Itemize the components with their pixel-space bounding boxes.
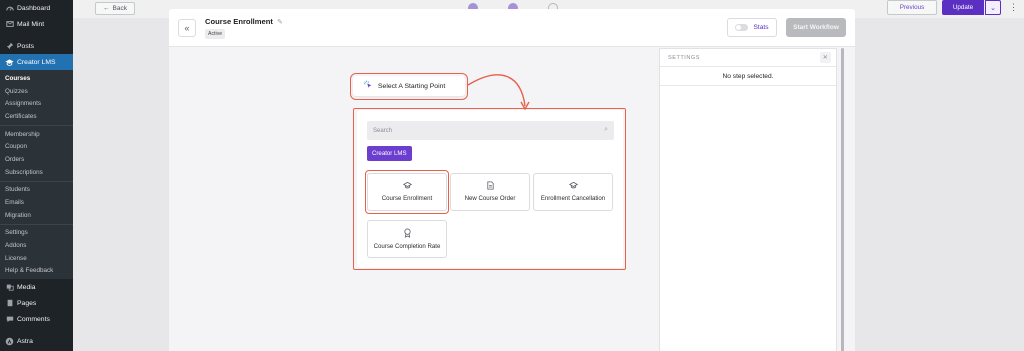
update-options-button[interactable]: ⌄ bbox=[985, 0, 1001, 15]
submenu-subscriptions[interactable]: Subscriptions bbox=[0, 166, 73, 179]
astra-icon bbox=[5, 337, 14, 346]
previous-button[interactable]: Previous bbox=[887, 0, 937, 15]
submenu-certificates[interactable]: Certificates bbox=[0, 110, 73, 123]
menu-posts[interactable]: Posts bbox=[0, 38, 73, 54]
submenu-addons[interactable]: Addons bbox=[0, 239, 73, 252]
submenu-settings[interactable]: Settings bbox=[0, 227, 73, 240]
menu-dashboard[interactable]: Dashboard bbox=[0, 0, 73, 16]
menu-pages-label: Pages bbox=[17, 299, 37, 307]
creator-lms-submenu: Courses Quizzes Assignments Certificates… bbox=[0, 70, 73, 280]
menu-creator-lms-label: Creator LMS bbox=[17, 58, 56, 66]
highlight-outline bbox=[353, 108, 626, 270]
close-icon[interactable]: ✕ bbox=[820, 52, 831, 63]
arrow-left-icon: ← bbox=[103, 5, 110, 12]
comments-icon bbox=[5, 315, 14, 324]
menu-creator-lms[interactable]: Creator LMS bbox=[0, 54, 73, 70]
menu-comments-label: Comments bbox=[17, 315, 50, 323]
menu-media-label: Media bbox=[17, 283, 36, 291]
scrollbar[interactable] bbox=[841, 48, 844, 351]
submenu-divider bbox=[0, 223, 73, 225]
settings-header: SETTINGS ✕ bbox=[660, 49, 836, 67]
menu-mail-mint[interactable]: Mail Mint bbox=[0, 16, 73, 32]
status-badge: Active bbox=[205, 29, 226, 39]
submenu-assignments[interactable]: Assignments bbox=[0, 97, 73, 110]
workflow-title: Course Enrollment ✎ bbox=[205, 17, 283, 26]
media-icon bbox=[5, 283, 14, 292]
submenu-emails[interactable]: Emails bbox=[0, 196, 73, 209]
submenu-students[interactable]: Students bbox=[0, 184, 73, 197]
toggle-switch[interactable] bbox=[735, 24, 749, 31]
stats-toggle[interactable]: Stats bbox=[727, 18, 777, 37]
collapse-button[interactable]: « bbox=[178, 19, 196, 37]
settings-title: SETTINGS bbox=[668, 54, 700, 61]
submenu-membership[interactable]: Membership bbox=[0, 128, 73, 141]
submenu-help-feedback[interactable]: Help & Feedback bbox=[0, 265, 73, 278]
workflow-title-text: Course Enrollment bbox=[205, 17, 273, 26]
chevron-down-icon: ⌄ bbox=[990, 4, 996, 12]
submenu-courses[interactable]: Courses bbox=[0, 72, 73, 85]
menu-posts-label: Posts bbox=[17, 42, 34, 50]
dashboard-icon bbox=[5, 4, 14, 13]
settings-empty-message: No step selected. bbox=[660, 67, 836, 86]
menu-astra[interactable]: Astra bbox=[0, 333, 73, 349]
more-options-icon[interactable]: ⋮ bbox=[1009, 2, 1018, 12]
menu-pages[interactable]: Pages bbox=[0, 295, 73, 311]
submenu-orders[interactable]: Orders bbox=[0, 153, 73, 166]
stats-label: Stats bbox=[753, 24, 769, 31]
double-chevron-left-icon: « bbox=[184, 23, 190, 33]
menu-mail-mint-label: Mail Mint bbox=[17, 20, 45, 28]
pages-icon bbox=[5, 299, 14, 308]
graduation-cap-icon bbox=[5, 58, 14, 67]
workflow-canvas: Select A Starting Point Search ⌕ Creator… bbox=[169, 48, 659, 351]
menu-dashboard-label: Dashboard bbox=[17, 4, 51, 12]
back-button[interactable]: ← Back bbox=[95, 2, 135, 15]
mail-icon bbox=[5, 20, 14, 29]
start-workflow-button[interactable]: Start Workflow bbox=[786, 18, 846, 37]
back-button-label: Back bbox=[112, 5, 127, 12]
submenu-license[interactable]: License bbox=[0, 252, 73, 265]
wp-admin-sidebar: Dashboard Mail Mint Posts Creator LMS Co… bbox=[0, 0, 73, 351]
workflow-header: « Course Enrollment ✎ Active Stats Start… bbox=[169, 9, 855, 47]
submenu-coupon[interactable]: Coupon bbox=[0, 140, 73, 153]
submenu-divider bbox=[0, 124, 73, 126]
submenu-migration[interactable]: Migration bbox=[0, 209, 73, 222]
submenu-divider bbox=[0, 180, 73, 182]
settings-panel: SETTINGS ✕ No step selected. bbox=[659, 48, 837, 351]
menu-media[interactable]: Media bbox=[0, 279, 73, 295]
pencil-icon[interactable]: ✎ bbox=[277, 18, 283, 26]
menu-comments[interactable]: Comments bbox=[0, 311, 73, 327]
pin-icon bbox=[5, 42, 14, 51]
submenu-quizzes[interactable]: Quizzes bbox=[0, 85, 73, 98]
menu-astra-label: Astra bbox=[17, 337, 33, 345]
update-button[interactable]: Update bbox=[942, 0, 984, 15]
highlight-outline bbox=[350, 73, 468, 100]
workflow-modal: « Course Enrollment ✎ Active Stats Start… bbox=[169, 9, 855, 351]
